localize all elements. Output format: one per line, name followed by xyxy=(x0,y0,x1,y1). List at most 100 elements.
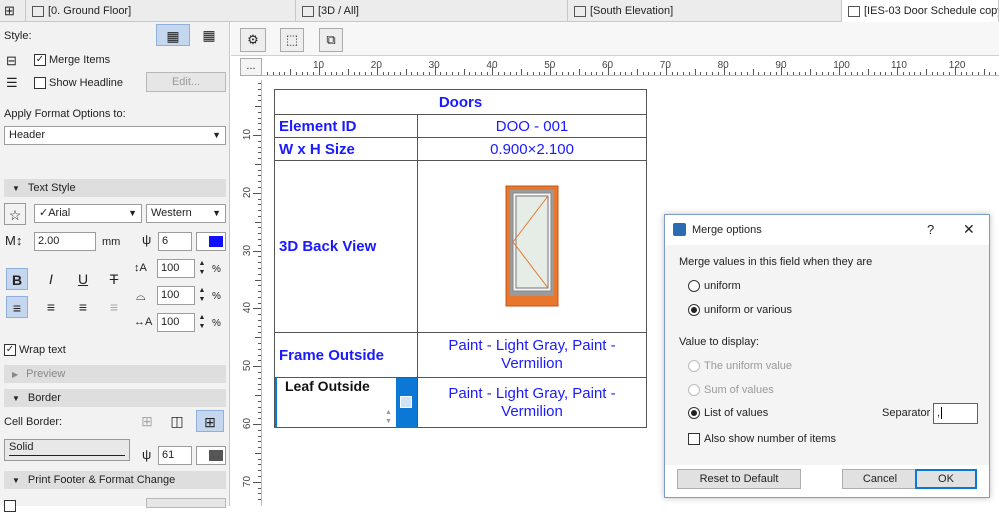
chevron-down-icon: ▼ xyxy=(128,208,137,218)
percent-label: % xyxy=(212,264,221,275)
horizontal-ruler: 10 20 30 40 50 60 70 80 90 100 110 120 xyxy=(262,58,999,76)
tab-door-schedule[interactable]: [IES-03 Door Schedule copy 1] xyxy=(842,0,999,22)
text-style-section-header[interactable]: ▼ Text Style xyxy=(4,179,226,197)
ok-button[interactable]: OK xyxy=(915,469,977,489)
border-all-button[interactable]: ⊞ xyxy=(196,410,224,432)
line-type-select[interactable]: Solid xyxy=(4,439,130,461)
justify-button[interactable]: ≡ xyxy=(103,296,125,318)
uniform-radio[interactable] xyxy=(688,280,700,292)
width-factor-input[interactable]: 100 xyxy=(157,286,195,305)
border-section-header[interactable]: ▼ Border xyxy=(4,389,226,407)
close-button[interactable]: ✕ xyxy=(963,221,975,238)
style-grid-button[interactable]: ▦ xyxy=(196,24,222,46)
merge-items-checkbox[interactable]: ✓ xyxy=(34,54,46,66)
border-vertical-button[interactable]: ◫ xyxy=(166,410,188,432)
preview-section-header[interactable]: ▶ Preview xyxy=(4,365,226,383)
print-footer-section-header[interactable]: ▼ Print Footer & Format Change xyxy=(4,471,226,489)
reset-to-default-button[interactable]: Reset to Default xyxy=(677,469,801,489)
style-grid-merged-button[interactable]: ▦ xyxy=(156,24,190,46)
tab-bar: ⊞ [0. Ground Floor] [3D / All] [South El… xyxy=(0,0,999,22)
char-spacing-input[interactable]: 100 xyxy=(157,313,195,332)
row-label-3d-view: 3D Back View xyxy=(279,238,377,255)
border-none-button[interactable]: ⊞ xyxy=(136,410,158,432)
tab-3d-all[interactable]: [3D / All] xyxy=(296,0,568,22)
pen-color-swatch[interactable] xyxy=(196,232,226,251)
cancel-button[interactable]: Cancel xyxy=(842,469,918,489)
tab-overview-button[interactable]: ⊞ xyxy=(0,0,26,22)
tab-ground-floor[interactable]: [0. Ground Floor] xyxy=(26,0,296,22)
uniform-value-radio[interactable] xyxy=(688,360,700,372)
ruler-tick xyxy=(503,72,505,75)
border-pen-swatch[interactable] xyxy=(196,446,226,465)
ruler-tick xyxy=(353,72,355,75)
edit-headline-button[interactable]: Edit... xyxy=(146,72,226,92)
select-element-button[interactable]: ⬚ xyxy=(280,28,304,52)
ruler-options-button[interactable]: ... xyxy=(240,58,262,76)
text-size-input[interactable]: 2.00 xyxy=(34,232,96,251)
align-left-button[interactable]: ≡ xyxy=(6,296,28,318)
wrap-text-checkbox[interactable]: ✓ xyxy=(4,344,16,356)
tab-south-elevation[interactable]: [South Elevation] xyxy=(568,0,842,22)
align-right-button[interactable]: ≡ xyxy=(72,296,94,318)
favorite-style-button[interactable]: ☆ xyxy=(4,203,26,225)
ruler-tick xyxy=(943,72,945,75)
print-footer-checkbox[interactable] xyxy=(4,500,16,512)
ruler-tick xyxy=(255,163,261,165)
align-center-button[interactable]: ≡ xyxy=(40,296,62,318)
find-element-button[interactable]: ⧉ xyxy=(319,28,343,52)
ruler-tick xyxy=(258,291,261,293)
ruler-tick xyxy=(258,406,261,408)
settings-button[interactable]: ⚙ xyxy=(240,28,266,52)
table-icon: ▦ xyxy=(166,28,180,44)
script-select[interactable]: Western ▼ xyxy=(146,204,226,223)
italic-button[interactable]: I xyxy=(40,268,62,290)
help-button[interactable]: ? xyxy=(927,222,934,237)
value-display-label: Value to display: xyxy=(679,336,759,348)
collapse-triangle-icon: ▼ xyxy=(12,394,20,403)
list-of-values-radio[interactable] xyxy=(688,407,700,419)
text-pen-input[interactable]: 6 xyxy=(158,232,192,251)
spin-arrows-icon[interactable]: ▲ ▼ xyxy=(197,259,207,278)
ruler-tick xyxy=(509,72,511,75)
door-schedule-table: Doors Element ID DOO - 001 W x H Size 0.… xyxy=(274,89,647,428)
border-pen-input[interactable]: 61 xyxy=(158,446,192,465)
bold-button[interactable]: B xyxy=(6,268,28,290)
ruler-tick xyxy=(258,256,261,258)
ruler-tick xyxy=(486,72,488,75)
align-right-icon: ≡ xyxy=(78,299,88,315)
row-label-leaf-outside[interactable]: Leaf Outside xyxy=(285,378,385,394)
ruler-tick xyxy=(258,262,261,264)
ruler-tick xyxy=(515,72,517,75)
leaf-outside-edit-cell[interactable]: Leaf Outside ▲ ▼ xyxy=(275,378,396,428)
separator-input[interactable]: , xyxy=(933,403,978,424)
underline-button[interactable]: U xyxy=(72,268,94,290)
elevation-icon xyxy=(574,5,586,17)
merge-icon: ⊟ xyxy=(6,53,17,68)
uniform-label: uniform xyxy=(704,280,741,292)
ruler-tick xyxy=(411,72,413,75)
schedule-title: Doors xyxy=(438,93,483,111)
sum-of-values-radio[interactable] xyxy=(688,384,700,396)
footer-edit-button[interactable] xyxy=(146,498,226,508)
ruler-tick xyxy=(902,72,904,75)
line-spacing-input[interactable]: 100 xyxy=(157,259,195,278)
ruler-tick xyxy=(804,72,806,75)
ruler-tick xyxy=(873,72,875,75)
show-headline-checkbox[interactable] xyxy=(34,77,46,89)
cell-scroll-arrows[interactable]: ▲ ▼ xyxy=(385,408,395,426)
ruler-tick xyxy=(258,204,261,206)
merge-options-button[interactable] xyxy=(396,378,417,428)
font-select[interactable]: ✓Arial ▼ xyxy=(34,204,142,223)
apply-format-select[interactable]: Header ▼ xyxy=(4,126,226,145)
row-label-size: W x H Size xyxy=(279,140,355,158)
ruler-tick xyxy=(258,383,261,385)
spin-arrows-icon[interactable]: ▲ ▼ xyxy=(197,313,207,332)
spin-arrows-icon[interactable]: ▲ ▼ xyxy=(197,286,207,305)
uniform-or-various-radio[interactable] xyxy=(688,304,700,316)
color-fill xyxy=(209,450,223,461)
select-value: Arial xyxy=(48,207,71,219)
show-number-checkbox[interactable] xyxy=(688,433,700,445)
ruler-tick xyxy=(258,244,261,246)
ruler-tick xyxy=(885,72,887,75)
strikethrough-button[interactable]: T xyxy=(103,268,125,290)
